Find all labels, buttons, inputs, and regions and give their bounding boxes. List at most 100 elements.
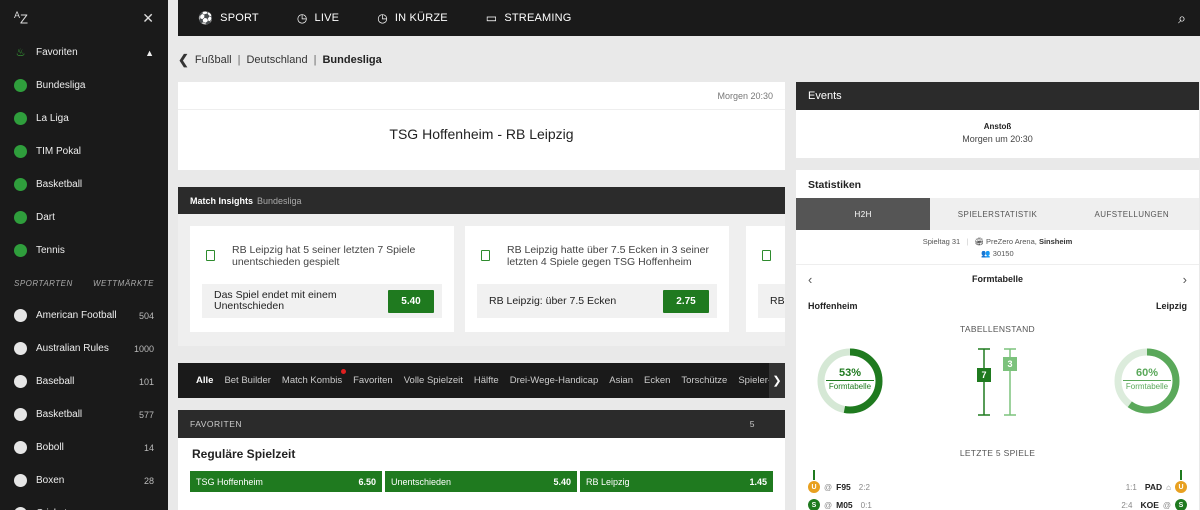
sidebar-favorite-item[interactable]: Tennis — [0, 234, 168, 267]
at-icon: @ — [1162, 500, 1171, 510]
stadium-icon: 🏟 — [974, 237, 984, 246]
market-tab-label: Asian — [609, 375, 633, 386]
sidebar-sport-item[interactable]: American Football 504 — [0, 299, 168, 332]
bet-button-away[interactable]: RB Leipzig 1.45 — [580, 471, 773, 492]
sidebar-sport-item[interactable]: Australian Rules 1000 — [0, 332, 168, 365]
insight-card: RB Leipzig hat 5 seiner letzten 7 Spiele… — [190, 226, 454, 332]
az-sort-button[interactable]: AZ — [14, 10, 28, 26]
home-ring-caption: Formtabelle — [826, 380, 874, 391]
home-icon: ⌂ — [1166, 482, 1171, 492]
market-tab[interactable]: Hälfte — [474, 375, 499, 386]
market-tab[interactable]: Drei-Wege-Handicap — [510, 375, 599, 386]
nav-item[interactable]: ◷ LIVE — [297, 11, 339, 25]
sport-icon — [14, 474, 27, 487]
sport-label: American Football — [36, 310, 117, 321]
insight-card: RB Leipzig hatte über 7.5 Ecken in 3 sei… — [465, 226, 729, 332]
nav-label: IN KÜRZE — [394, 12, 448, 24]
insight-bet-option[interactable]: RB L — [758, 284, 785, 318]
sidebar-top: AZ ✕ — [0, 0, 168, 36]
market-tab[interactable]: Favoriten — [353, 375, 393, 386]
tab-lineups[interactable]: AUFSTELLUNGEN — [1065, 198, 1199, 230]
search-icon[interactable]: ⌕ — [1164, 0, 1200, 36]
away-ring-caption: Formtabelle — [1123, 380, 1171, 391]
market-tab[interactable]: Torschütze — [681, 375, 727, 386]
document-icon — [206, 250, 215, 261]
top-nav: ⚽ SPORT ◷ LIVE ◷ IN KÜRZE ▭ STREAMING ⌕ — [178, 0, 1200, 36]
sidebar-sport-item[interactable]: Boboll 14 — [0, 431, 168, 464]
away-ring-label: 60% Formtabelle — [1113, 367, 1181, 391]
home-rank-badge: 7 — [977, 368, 991, 382]
match-title: TSG Hoffenheim - RB Leipzig — [389, 126, 574, 142]
city: Sinsheim — [1038, 237, 1073, 246]
globe-icon — [14, 112, 27, 125]
tabs-scroll-right-icon[interactable]: ❯ — [769, 363, 785, 398]
opponent: KOE — [1140, 500, 1159, 510]
sport-icon — [14, 342, 27, 355]
market-count: 101 — [138, 376, 154, 387]
tab-player-stats[interactable]: SPIELERSTATISTIK — [930, 198, 1064, 230]
kickoff-value: Morgen um 20:30 — [962, 134, 1033, 144]
market-tab-label: Match Kombis — [281, 375, 343, 386]
market-section-title: Reguläre Spielzeit — [192, 447, 296, 461]
bet-odd: 1.45 — [749, 476, 767, 487]
home-form-ring: 53% Formtabelle — [816, 347, 884, 415]
chevron-left-icon[interactable]: ‹ — [808, 272, 812, 287]
insight-odd-button[interactable]: 5.40 — [388, 290, 434, 313]
pin-icon[interactable]: ✕ — [142, 10, 154, 27]
clock-icon: ◷ — [296, 11, 308, 25]
sidebar-favorite-item[interactable]: Dart — [0, 201, 168, 234]
nav-item[interactable]: ◷ IN KÜRZE — [377, 11, 448, 25]
insight-odd-button[interactable]: 2.75 — [663, 290, 709, 313]
favorites-panel-header[interactable]: FAVORITEN 5 — [178, 410, 785, 438]
market-tab-label: Drei-Wege-Handicap — [509, 375, 599, 386]
market-tab[interactable]: Alle — [196, 375, 213, 386]
section-markets-label: WETTMÄRKTE — [93, 278, 154, 288]
insight-bet-option[interactable]: RB Leipzig: über 7.5 Ecken 2.75 — [477, 284, 717, 318]
new-indicator — [341, 369, 347, 374]
sidebar-favorite-item[interactable]: La Liga — [0, 102, 168, 135]
sport-icon: ⚽ — [198, 11, 214, 25]
venue: PreZero Arena, — [986, 237, 1037, 246]
nav-item[interactable]: ▭ STREAMING — [486, 11, 572, 25]
statistics-title: Statistiken — [808, 179, 862, 191]
sidebar-sport-item[interactable]: Baseball 101 — [0, 365, 168, 398]
sidebar-sport-item[interactable]: Basketball 577 — [0, 398, 168, 431]
away-rank-badge: 3 — [1003, 357, 1017, 371]
events-header: Events — [796, 82, 1199, 110]
sidebar-sport-item[interactable]: Cricket15 — [0, 497, 168, 510]
sidebar-favorite-item[interactable]: Bundesliga — [0, 69, 168, 102]
market-count: 14 — [143, 442, 154, 453]
breadcrumb-item-football[interactable]: Fußball — [195, 54, 232, 66]
chevron-up-icon[interactable]: ▲ — [145, 48, 154, 58]
sport-label: Baseball — [36, 376, 75, 387]
breadcrumb-item-germany[interactable]: Deutschland — [246, 54, 307, 66]
favorite-label: Bundesliga — [36, 80, 86, 91]
sidebar-favorites-header[interactable]: ♨ Favoriten ▲ — [0, 36, 168, 69]
sidebar-favorite-item[interactable]: Basketball — [0, 168, 168, 201]
match-insights-carousel: RB Leipzig hat 5 seiner letzten 7 Spiele… — [178, 214, 785, 346]
market-tab[interactable]: Bet Builder — [224, 375, 270, 386]
nav-label: SPORT — [220, 12, 259, 24]
back-chevron-icon[interactable]: ❮ — [178, 52, 189, 68]
market-tab[interactable]: Asian — [609, 375, 633, 386]
nav-item[interactable]: ⚽ SPORT — [198, 11, 259, 25]
match-insights-header: Match Insights Bundesliga — [178, 187, 785, 214]
sidebar-sport-item[interactable]: Boxen 28 — [0, 464, 168, 497]
market-tab[interactable]: Volle Spielzeit — [404, 375, 463, 386]
statistics-panel: Statistiken H2H SPIELERSTATISTIK AUFSTEL… — [796, 170, 1199, 510]
market-count: 28 — [143, 475, 154, 486]
chevron-right-icon[interactable]: › — [1183, 272, 1187, 287]
sidebar-favorite-item[interactable]: TIM Pokal — [0, 135, 168, 168]
market-tab[interactable]: Ecken — [644, 375, 670, 386]
favorites-panel-title: FAVORITEN — [190, 419, 243, 429]
bet-button-home[interactable]: TSG Hoffenheim 6.50 — [190, 471, 382, 492]
market-tab[interactable]: Match Kombis — [281, 369, 347, 386]
form-table-nav: ‹ Formtabelle › — [808, 272, 1187, 287]
insight-bet-option[interactable]: Das Spiel endet mit einem Unentschieden … — [202, 284, 442, 318]
tab-h2h[interactable]: H2H — [796, 198, 931, 230]
capacity: 30150 — [992, 249, 1014, 258]
result-badge: U — [808, 481, 820, 493]
match-time: Morgen 20:30 — [717, 91, 773, 101]
bet-button-draw[interactable]: Unentschieden 5.40 — [385, 471, 577, 492]
form-table-title: Formtabelle — [971, 274, 1023, 284]
